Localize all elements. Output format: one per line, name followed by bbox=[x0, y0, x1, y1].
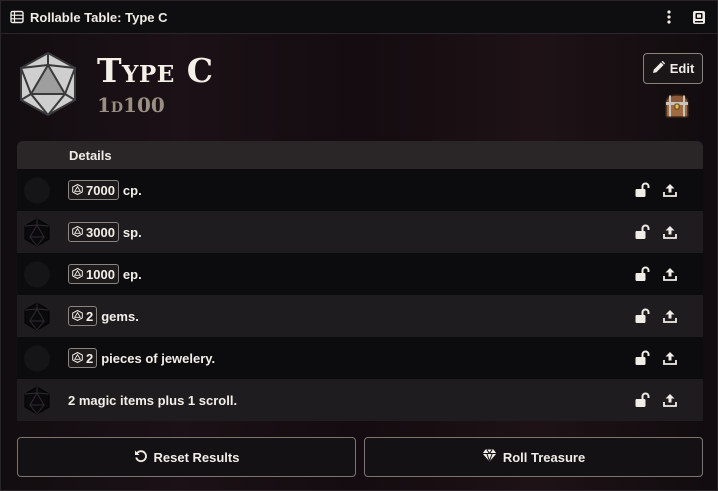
details-column-header: Details bbox=[69, 147, 112, 163]
window-title: Rollable Table: Type C bbox=[30, 9, 168, 25]
d20-icon bbox=[23, 260, 51, 289]
unlock-icon[interactable] bbox=[634, 224, 650, 240]
roll-value: 7000 bbox=[86, 182, 115, 198]
d20-icon bbox=[72, 309, 83, 324]
upload-icon[interactable] bbox=[662, 224, 678, 240]
rollable-table-window: Rollable Table: Type C Type C 1d100 Edit… bbox=[0, 0, 718, 491]
unlock-icon[interactable] bbox=[634, 308, 650, 324]
treasure-chest-icon[interactable] bbox=[663, 93, 691, 119]
d20-icon bbox=[23, 176, 51, 205]
d20-icon bbox=[23, 344, 51, 373]
gem-icon bbox=[482, 449, 497, 465]
result-text: sp. bbox=[122, 224, 142, 240]
d20-icon bbox=[72, 351, 83, 366]
inline-roll[interactable]: 1000 bbox=[68, 264, 119, 284]
pencil-icon bbox=[652, 60, 665, 77]
unlock-icon[interactable] bbox=[634, 182, 650, 198]
edit-label: Edit bbox=[669, 61, 695, 76]
upload-icon[interactable] bbox=[662, 392, 678, 408]
d20-icon bbox=[72, 225, 83, 240]
inline-roll[interactable]: 2 bbox=[68, 306, 98, 326]
table-row: 2 gems. bbox=[17, 295, 703, 337]
roll-value: 2 bbox=[86, 308, 94, 324]
roll-treasure-button[interactable]: Roll Treasure bbox=[364, 437, 703, 477]
inline-roll[interactable]: 2 bbox=[68, 348, 98, 368]
d20-icon bbox=[23, 386, 51, 415]
table-list-icon bbox=[10, 10, 24, 24]
table-row: 2 magic items plus 1 scroll. bbox=[17, 379, 703, 421]
table-title: Type C bbox=[97, 51, 214, 90]
window-titlebar[interactable]: Rollable Table: Type C bbox=[1, 1, 717, 34]
inline-roll[interactable]: 3000 bbox=[68, 222, 119, 242]
table-header-row: Details bbox=[17, 141, 703, 169]
table-formula: 1d100 bbox=[97, 93, 165, 117]
table-row: 3000 sp. bbox=[17, 211, 703, 253]
table-row: 2 pieces of jewelery. bbox=[17, 337, 703, 379]
upload-icon[interactable] bbox=[662, 266, 678, 282]
reset-results-button[interactable]: Reset Results bbox=[17, 437, 356, 477]
reset-results-label: Reset Results bbox=[153, 449, 240, 465]
sheet-toggle-icon[interactable] bbox=[691, 9, 707, 25]
result-text: gems. bbox=[101, 308, 139, 324]
upload-icon[interactable] bbox=[662, 182, 678, 198]
table-row: 7000 cp. bbox=[17, 169, 703, 211]
result-text: pieces of jewelery. bbox=[101, 350, 216, 366]
result-text: 2 magic items plus 1 scroll. bbox=[68, 392, 238, 408]
unlock-icon[interactable] bbox=[634, 392, 650, 408]
d20-icon bbox=[23, 218, 51, 247]
roll-treasure-label: Roll Treasure bbox=[502, 449, 586, 465]
d20-icon bbox=[23, 302, 51, 331]
reset-icon bbox=[134, 449, 148, 466]
roll-value: 2 bbox=[86, 350, 94, 366]
result-text: ep. bbox=[122, 266, 142, 282]
roll-value: 3000 bbox=[86, 224, 115, 240]
upload-icon[interactable] bbox=[662, 308, 678, 324]
table-row: 1000 ep. bbox=[17, 253, 703, 295]
inline-roll[interactable]: 7000 bbox=[68, 180, 119, 200]
result-text: cp. bbox=[122, 182, 142, 198]
d20-icon bbox=[72, 267, 83, 282]
unlock-icon[interactable] bbox=[634, 266, 650, 282]
kebab-menu-icon[interactable] bbox=[661, 9, 677, 25]
edit-button[interactable]: Edit bbox=[643, 53, 703, 84]
results-table: Details 7000 cp. 3000 sp. 1000 ep. 2 gem… bbox=[17, 141, 703, 421]
upload-icon[interactable] bbox=[662, 350, 678, 366]
d20-icon bbox=[17, 51, 79, 117]
table-header: Type C 1d100 Edit bbox=[17, 45, 703, 129]
footer-actions: Reset Results Roll Treasure bbox=[17, 437, 703, 477]
unlock-icon[interactable] bbox=[634, 350, 650, 366]
d20-icon bbox=[72, 183, 83, 198]
roll-value: 1000 bbox=[86, 266, 115, 282]
